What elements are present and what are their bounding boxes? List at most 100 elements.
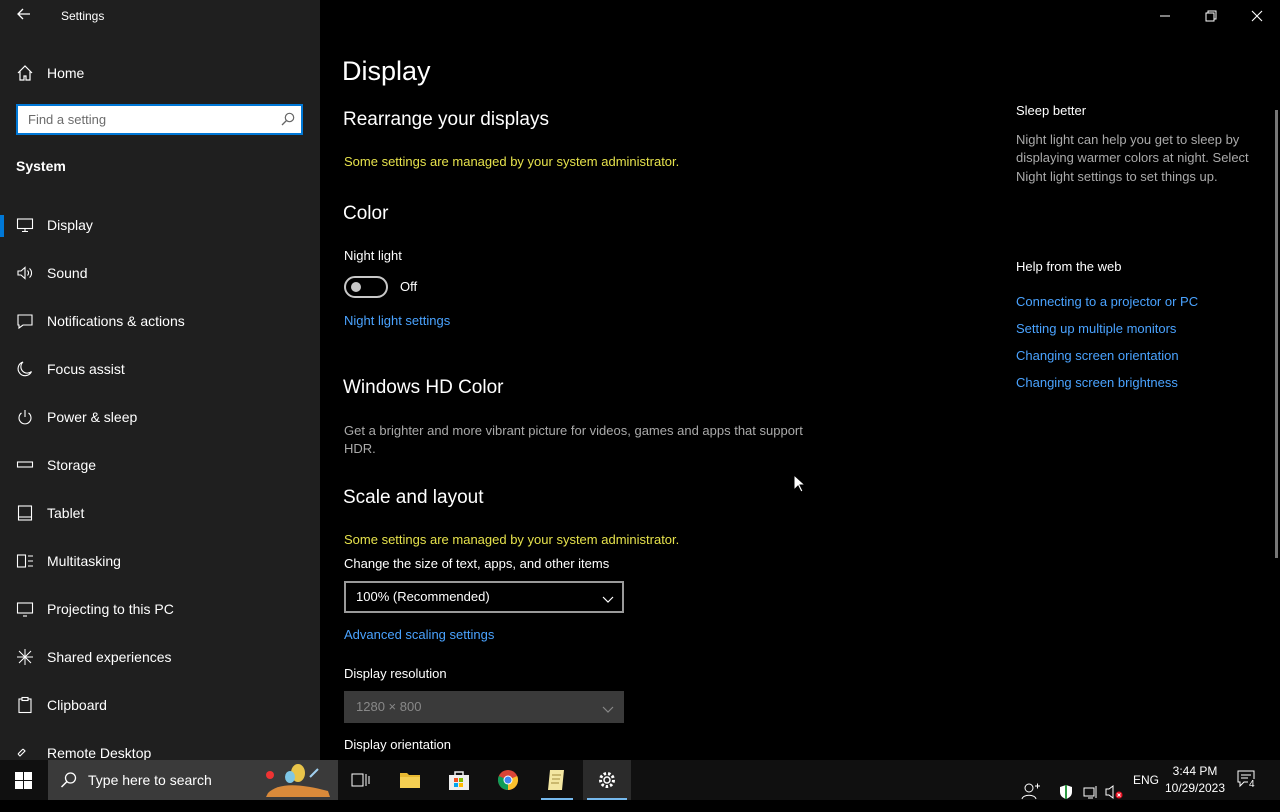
hd-color-heading: Windows HD Color — [343, 377, 504, 398]
sidebar-item-label: Notifications & actions — [47, 313, 185, 329]
minimize-button[interactable] — [1142, 0, 1188, 32]
sidebar: Settings Home System Display Sound Notif… — [0, 0, 320, 760]
back-arrow-icon — [17, 8, 30, 20]
help-link[interactable]: Connecting to a projector or PC — [1016, 294, 1198, 309]
multitasking-icon — [16, 552, 34, 570]
resolution-label: Display resolution — [344, 666, 447, 681]
notification-count-badge: 4 — [1248, 779, 1256, 790]
chevron-down-icon — [602, 591, 614, 609]
sidebar-item-label: Shared experiences — [47, 649, 172, 665]
advanced-scaling-link[interactable]: Advanced scaling settings — [344, 627, 494, 642]
settings-taskbar-button[interactable] — [583, 760, 631, 800]
action-center-button[interactable]: 4 — [1236, 768, 1262, 792]
scale-layout-heading: Scale and layout — [343, 487, 484, 508]
sidebar-item-storage[interactable]: Storage — [0, 443, 320, 487]
moon-icon — [16, 360, 34, 378]
sidebar-item-remote-desktop[interactable]: Remote Desktop — [0, 731, 320, 760]
resolution-value: 1280 × 800 — [356, 699, 422, 714]
clock-date: 10/29/2023 — [1164, 781, 1226, 795]
monitor-icon — [16, 216, 34, 234]
gear-icon — [599, 772, 615, 788]
search-icon[interactable] — [281, 112, 295, 126]
admin-note: Some settings are managed by your system… — [344, 154, 680, 169]
network-icon[interactable] — [1083, 772, 1099, 812]
sidebar-item-multitasking[interactable]: Multitasking — [0, 539, 320, 583]
toggle-knob — [351, 282, 361, 292]
close-icon — [1251, 10, 1263, 22]
sidebar-item-shared-experiences[interactable]: Shared experiences — [0, 635, 320, 679]
find-setting-search — [16, 104, 303, 135]
close-button[interactable] — [1234, 0, 1280, 32]
restore-icon — [1205, 10, 1217, 22]
clock[interactable]: 3:44 PM 10/29/2023 — [1160, 763, 1230, 797]
night-light-state: Off — [400, 279, 418, 294]
page-title: Display — [342, 56, 431, 86]
taskbar-search-box[interactable]: Type here to search — [48, 760, 338, 800]
store-icon — [449, 771, 469, 790]
people-icon[interactable] — [1021, 771, 1041, 811]
remote-desktop-icon — [16, 744, 34, 760]
orientation-label: Display orientation — [344, 737, 451, 752]
night-light-settings-link[interactable]: Night light settings — [344, 313, 450, 328]
help-link[interactable]: Changing screen orientation — [1016, 348, 1179, 363]
restore-button[interactable] — [1188, 0, 1234, 32]
sidebar-item-power-sleep[interactable]: Power & sleep — [0, 395, 320, 439]
taskbar: Type here to search ENG 3:44 PM 10/29/20… — [0, 760, 1280, 800]
sidebar-item-label: Power & sleep — [47, 409, 138, 425]
help-link[interactable]: Setting up multiple monitors — [1016, 321, 1176, 336]
search-input[interactable] — [18, 106, 278, 133]
notification-icon — [16, 312, 34, 330]
sidebar-item-notifications[interactable]: Notifications & actions — [0, 299, 320, 343]
sidebar-item-display[interactable]: Display — [0, 203, 320, 247]
file-explorer-button[interactable] — [386, 760, 434, 800]
section-label-system: System — [16, 158, 66, 174]
shared-experiences-icon — [16, 648, 34, 666]
volume-muted-icon[interactable] — [1105, 772, 1123, 812]
sidebar-item-sound[interactable]: Sound — [0, 251, 320, 295]
clock-time: 3:44 PM — [1172, 764, 1218, 778]
folder-icon — [400, 773, 420, 788]
chevron-down-icon — [602, 701, 614, 719]
sidebar-item-focus-assist[interactable]: Focus assist — [0, 347, 320, 391]
night-light-label: Night light — [344, 248, 402, 263]
search-icon — [60, 772, 77, 788]
admin-note: Some settings are managed by your system… — [344, 532, 680, 547]
sidebar-item-label: Storage — [47, 457, 97, 473]
color-heading: Color — [343, 203, 389, 224]
home-icon — [16, 64, 34, 82]
sidebar-item-label: Tablet — [47, 505, 85, 521]
power-icon — [16, 408, 34, 426]
start-button[interactable] — [0, 760, 48, 800]
help-link[interactable]: Changing screen brightness — [1016, 375, 1178, 390]
security-shield-icon[interactable] — [1058, 772, 1074, 812]
notepad-button[interactable] — [533, 760, 581, 800]
tablet-icon — [16, 504, 34, 522]
scrollbar[interactable] — [1275, 110, 1278, 558]
sleep-better-description: Night light can help you get to sleep by… — [1016, 132, 1249, 184]
task-view-button[interactable] — [336, 760, 384, 800]
rearrange-heading: Rearrange your displays — [343, 109, 549, 130]
storage-icon — [16, 456, 34, 474]
sidebar-item-label: Focus assist — [47, 361, 125, 377]
scale-value: 100% (Recommended) — [356, 589, 490, 604]
night-light-toggle[interactable] — [344, 276, 388, 298]
taskbar-search-placeholder: Type here to search — [88, 772, 212, 788]
scale-dropdown[interactable]: 100% (Recommended) — [344, 581, 624, 613]
windows-logo-icon — [15, 772, 32, 789]
sleep-better-heading: Sleep better — [1016, 103, 1087, 118]
resolution-dropdown[interactable]: 1280 × 800 — [344, 691, 624, 723]
sidebar-item-projecting[interactable]: Projecting to this PC — [0, 587, 320, 631]
sidebar-item-home[interactable]: Home — [0, 58, 320, 88]
app-title: Settings — [61, 9, 105, 23]
sidebar-item-label: Projecting to this PC — [47, 601, 174, 617]
sidebar-item-label: Sound — [47, 265, 88, 281]
microsoft-store-button[interactable] — [435, 760, 483, 800]
size-label: Change the size of text, apps, and other… — [344, 556, 610, 571]
language-indicator[interactable]: ENG — [1133, 773, 1159, 787]
sidebar-item-label: Multitasking — [47, 553, 121, 569]
sidebar-item-clipboard[interactable]: Clipboard — [0, 683, 320, 727]
mouse-cursor-icon — [793, 474, 805, 493]
back-button[interactable] — [14, 6, 34, 26]
sidebar-item-tablet[interactable]: Tablet — [0, 491, 320, 535]
chrome-button[interactable] — [484, 760, 532, 800]
